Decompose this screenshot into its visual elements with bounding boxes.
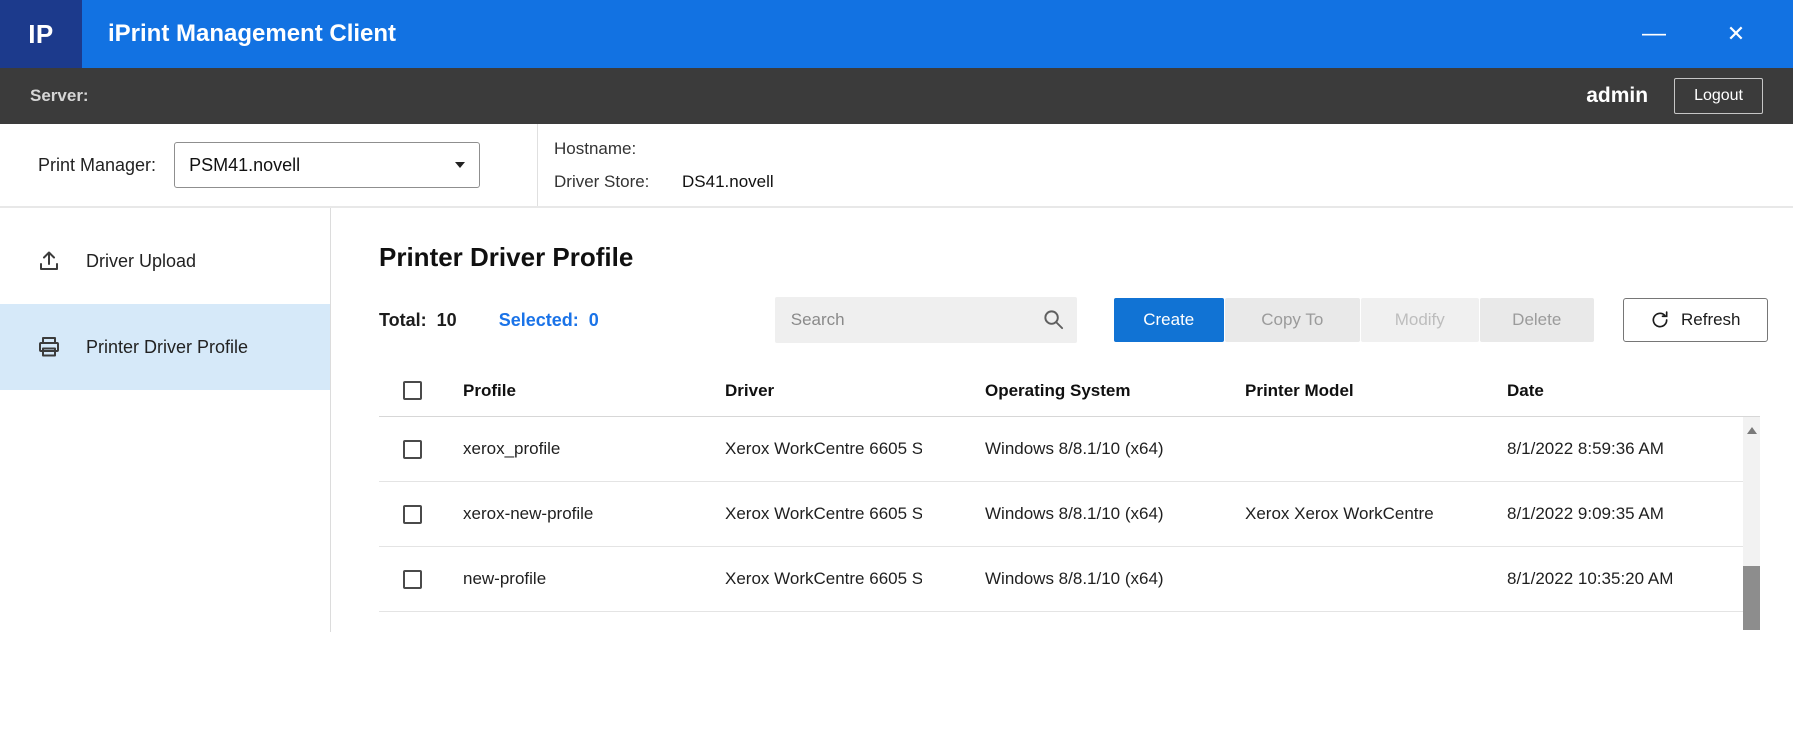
selected-stat: Selected: 0: [499, 310, 599, 331]
username: admin: [1586, 84, 1648, 108]
selected-value: 0: [589, 310, 599, 330]
window-controls: — ✕: [1639, 19, 1793, 49]
delete-button[interactable]: Delete: [1480, 298, 1594, 342]
cell-date: 8/1/2022 10:35:20 AM: [1507, 569, 1727, 589]
minimize-icon: —: [1642, 29, 1666, 39]
server-bar: Server: admin Logout: [0, 68, 1793, 124]
scroll-up-button[interactable]: [1743, 417, 1760, 443]
cell-profile: xerox_profile: [463, 439, 725, 459]
row-checkbox[interactable]: [403, 570, 422, 589]
sidebar-item-label: Driver Upload: [86, 251, 196, 272]
table-header: Profile Driver Operating System Printer …: [379, 365, 1760, 417]
total-stat: Total: 10: [379, 310, 457, 331]
column-header-date: Date: [1507, 381, 1727, 401]
upload-icon: [36, 248, 62, 274]
toolbar: Total: 10 Selected: 0 Create Copy To: [379, 297, 1793, 343]
sidebar-item-label: Printer Driver Profile: [86, 337, 248, 358]
print-manager-select[interactable]: PSM41.novell: [174, 142, 480, 188]
table-row: xerox-new-profile Xerox WorkCentre 6605 …: [379, 482, 1760, 547]
cell-date: 8/1/2022 9:09:35 AM: [1507, 504, 1727, 524]
action-buttons: Create Copy To Modify Delete Refresh: [1114, 298, 1768, 342]
modify-button[interactable]: Modify: [1361, 298, 1479, 342]
main-panel: Printer Driver Profile Total: 10 Selected…: [331, 208, 1793, 753]
sidebar: Driver Upload Printer Driver Profile: [0, 208, 331, 632]
scrollbar-thumb[interactable]: [1743, 566, 1760, 630]
app-title: iPrint Management Client: [108, 20, 396, 48]
cell-driver: Xerox WorkCentre 6605 S: [725, 504, 985, 524]
create-button[interactable]: Create: [1114, 298, 1224, 342]
cell-driver: Xerox WorkCentre 6605 S: [725, 439, 985, 459]
titlebar: IP iPrint Management Client — ✕: [0, 0, 1793, 68]
minimize-button[interactable]: —: [1639, 19, 1669, 49]
server-label: Server:: [30, 86, 89, 106]
table-row: xerox_profile Xerox WorkCentre 6605 S Wi…: [379, 417, 1760, 482]
cell-date: 8/1/2022 8:59:36 AM: [1507, 439, 1727, 459]
close-button[interactable]: ✕: [1721, 19, 1751, 49]
profiles-table: Profile Driver Operating System Printer …: [379, 365, 1760, 612]
column-header-os: Operating System: [985, 381, 1245, 401]
chevron-up-icon: [1747, 427, 1757, 434]
logout-button[interactable]: Logout: [1674, 78, 1763, 114]
driver-store-label: Driver Store:: [554, 172, 666, 192]
refresh-icon: [1650, 310, 1670, 330]
manager-bar: Print Manager: PSM41.novell Hostname: Dr…: [0, 124, 1793, 208]
cell-os: Windows 8/8.1/10 (x64): [985, 569, 1245, 589]
app-window: IP iPrint Management Client — ✕ Server: …: [0, 0, 1793, 753]
close-icon: ✕: [1727, 21, 1745, 47]
printer-icon: [36, 334, 62, 360]
app-logo: IP: [0, 0, 82, 68]
search-icon: [1042, 308, 1065, 331]
selected-label: Selected:: [499, 310, 579, 330]
column-header-profile: Profile: [463, 381, 725, 401]
table-body: xerox_profile Xerox WorkCentre 6605 S Wi…: [379, 417, 1760, 612]
cell-profile: xerox-new-profile: [463, 504, 725, 524]
column-header-model: Printer Model: [1245, 381, 1507, 401]
print-manager-label: Print Manager:: [38, 155, 156, 176]
chevron-down-icon: [455, 162, 465, 168]
cell-profile: new-profile: [463, 569, 725, 589]
column-header-driver: Driver: [725, 381, 985, 401]
total-value: 10: [437, 310, 457, 330]
cell-os: Windows 8/8.1/10 (x64): [985, 439, 1245, 459]
total-label: Total:: [379, 310, 427, 330]
search-input[interactable]: [775, 297, 1077, 343]
cell-model: Xerox Xerox WorkCentre: [1245, 504, 1507, 524]
row-checkbox[interactable]: [403, 440, 422, 459]
hostname-label: Hostname:: [554, 139, 666, 159]
row-checkbox[interactable]: [403, 505, 422, 524]
cell-driver: Xerox WorkCentre 6605 S: [725, 569, 985, 589]
sidebar-item-driver-upload[interactable]: Driver Upload: [0, 218, 330, 304]
print-manager-value: PSM41.novell: [189, 155, 300, 176]
cell-os: Windows 8/8.1/10 (x64): [985, 504, 1245, 524]
page-title: Printer Driver Profile: [379, 242, 1793, 273]
table-scrollbar: [1743, 417, 1760, 630]
search-box: [775, 297, 1077, 343]
sidebar-item-printer-driver-profile[interactable]: Printer Driver Profile: [0, 304, 330, 390]
copy-to-button[interactable]: Copy To: [1225, 298, 1360, 342]
table-row: new-profile Xerox WorkCentre 6605 S Wind…: [379, 547, 1760, 612]
refresh-button[interactable]: Refresh: [1623, 298, 1768, 342]
driver-store-value: DS41.novell: [682, 172, 774, 192]
select-all-checkbox[interactable]: [403, 381, 422, 400]
